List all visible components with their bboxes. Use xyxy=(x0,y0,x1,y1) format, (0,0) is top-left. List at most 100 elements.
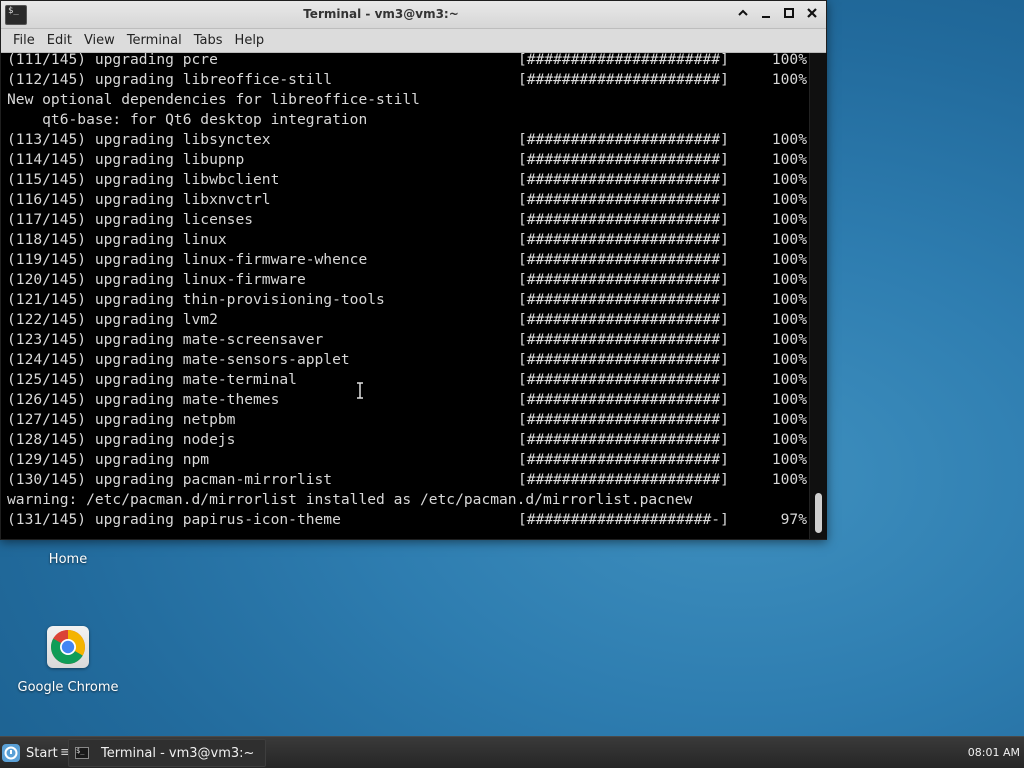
terminal-line: (118/145) upgrading linux [##############… xyxy=(7,230,807,250)
progress-percent: 100% xyxy=(771,271,807,288)
terminal-line: (124/145) upgrading mate-sensors-applet [… xyxy=(7,350,807,370)
progress-bar-text: [######################] xyxy=(518,391,729,408)
terminal-line: (130/145) upgrading pacman-mirrorlist [##… xyxy=(7,470,807,490)
terminal-line: (119/145) upgrading linux-firmware-whenc… xyxy=(7,250,807,270)
progress-percent: 100% xyxy=(771,291,807,308)
terminal-line: (121/145) upgrading thin-provisioning-to… xyxy=(7,290,807,310)
terminal-line-text: (117/145) upgrading licenses xyxy=(7,211,254,228)
terminal-line-text: qt6-base: for Qt6 desktop integration xyxy=(7,111,368,128)
terminal-line-text: (128/145) upgrading nodejs xyxy=(7,431,236,448)
menubar: File Edit View Terminal Tabs Help xyxy=(1,29,826,53)
taskbar: Start ≡ $_ Terminal - vm3@vm3:~ 08:01 AM xyxy=(0,736,1024,768)
terminal-line-text: (118/145) upgrading linux xyxy=(7,231,227,248)
terminal-line-text: (111/145) upgrading pcre xyxy=(7,53,218,68)
maximize-icon[interactable] xyxy=(780,6,798,24)
progress-bar-text: [######################] xyxy=(518,53,729,68)
start-label: Start xyxy=(26,745,58,761)
taskbar-item-terminal[interactable]: $_ Terminal - vm3@vm3:~ xyxy=(68,739,266,767)
menu-terminal[interactable]: Terminal xyxy=(121,29,188,53)
terminal-line: qt6-base: for Qt6 desktop integration xyxy=(7,110,807,130)
terminal-output[interactable]: (111/145) upgrading pcre [###############… xyxy=(1,53,809,539)
window-titlebar[interactable]: $_ Terminal - vm3@vm3:~ xyxy=(1,1,826,29)
terminal-line: (115/145) upgrading libwbclient [########… xyxy=(7,170,807,190)
minimize-icon[interactable] xyxy=(757,6,775,24)
window-title: Terminal - vm3@vm3:~ xyxy=(303,7,459,21)
progress-bar-text: [######################] xyxy=(518,311,729,328)
progress-bar-text: [######################] xyxy=(518,411,729,428)
chevron-up-icon[interactable] xyxy=(734,6,752,24)
terminal-line-text: (130/145) upgrading pacman-mirrorlist xyxy=(7,471,333,488)
clock: 08:01 AM xyxy=(967,746,1020,759)
menu-view[interactable]: View xyxy=(78,29,121,53)
terminal-line: (127/145) upgrading netpbm [#############… xyxy=(7,410,807,430)
terminal-task-icon: $_ xyxy=(75,747,89,759)
terminal-line-text: (129/145) upgrading npm xyxy=(7,451,210,468)
terminal-line: warning: /etc/pacman.d/mirrorlist instal… xyxy=(7,490,807,510)
progress-percent: 100% xyxy=(771,191,807,208)
progress-bar-text: [######################] xyxy=(518,151,729,168)
progress-percent: 100% xyxy=(771,411,807,428)
terminal-line: New optional dependencies for libreoffic… xyxy=(7,90,807,110)
progress-percent: 100% xyxy=(771,53,807,68)
terminal-line-text: (127/145) upgrading netpbm xyxy=(7,411,236,428)
terminal-line: (120/145) upgrading linux-firmware [#####… xyxy=(7,270,807,290)
progress-percent: 100% xyxy=(771,331,807,348)
menu-tabs[interactable]: Tabs xyxy=(188,29,229,53)
terminal-line-text: (120/145) upgrading linux-firmware xyxy=(7,271,306,288)
progress-percent: 100% xyxy=(771,231,807,248)
progress-bar-text: [######################] xyxy=(518,171,729,188)
progress-percent: 100% xyxy=(771,211,807,228)
terminal-line-text: (115/145) upgrading libwbclient xyxy=(7,171,280,188)
terminal-line-text: (131/145) upgrading papirus-icon-theme xyxy=(7,511,341,528)
taskbar-item-label: Terminal - vm3@vm3:~ xyxy=(101,745,255,761)
progress-percent: 100% xyxy=(771,451,807,468)
progress-percent: 97% xyxy=(780,511,807,528)
terminal-line-text: (119/145) upgrading linux-firmware-whenc… xyxy=(7,251,368,268)
terminal-line: (111/145) upgrading pcre [###############… xyxy=(7,53,807,70)
progress-bar-text: [######################] xyxy=(518,71,729,88)
progress-bar-text: [######################] xyxy=(518,331,729,348)
progress-percent: 100% xyxy=(771,171,807,188)
google-chrome-desktop-icon[interactable]: Google Chrome xyxy=(8,626,128,695)
terminal-scrollbar[interactable] xyxy=(809,53,827,539)
menu-file[interactable]: File xyxy=(7,29,41,53)
menu-edit[interactable]: Edit xyxy=(41,29,78,53)
progress-bar-text: [######################] xyxy=(518,131,729,148)
terminal-line-text: (112/145) upgrading libreoffice-still xyxy=(7,71,333,88)
progress-percent: 100% xyxy=(771,431,807,448)
progress-bar-text: [######################] xyxy=(518,271,729,288)
progress-percent: 100% xyxy=(771,311,807,328)
terminal-line: (117/145) upgrading licenses [###########… xyxy=(7,210,807,230)
start-logo-icon xyxy=(2,744,20,762)
start-button[interactable]: Start xyxy=(2,740,64,766)
terminal-line-text: (113/145) upgrading libsynctex xyxy=(7,131,271,148)
menu-help[interactable]: Help xyxy=(229,29,271,53)
progress-bar-text: [######################] xyxy=(518,451,729,468)
close-icon[interactable] xyxy=(803,6,821,24)
terminal-line: (112/145) upgrading libreoffice-still [##… xyxy=(7,70,807,90)
scrollbar-thumb[interactable] xyxy=(815,493,822,533)
terminal-line-text: (124/145) upgrading mate-sensors-applet xyxy=(7,351,350,368)
terminal-line: (113/145) upgrading libsynctex [#########… xyxy=(7,130,807,150)
progress-bar-text: [######################] xyxy=(518,211,729,228)
progress-bar-text: [######################] xyxy=(518,351,729,368)
terminal-line-text: (123/145) upgrading mate-screensaver xyxy=(7,331,324,348)
terminal-line-text: warning: /etc/pacman.d/mirrorlist instal… xyxy=(7,491,693,508)
progress-percent: 100% xyxy=(771,131,807,148)
progress-bar-text: [######################] xyxy=(518,471,729,488)
text-cursor-icon xyxy=(356,382,364,399)
progress-percent: 100% xyxy=(771,351,807,368)
home-icon-label: Home xyxy=(48,552,88,567)
terminal-line-text: (125/145) upgrading mate-terminal xyxy=(7,371,297,388)
terminal-line: (129/145) upgrading npm [################… xyxy=(7,450,807,470)
terminal-line-text: (122/145) upgrading lvm2 xyxy=(7,311,218,328)
progress-bar-text: [######################] xyxy=(518,231,729,248)
progress-bar-text: [######################] xyxy=(518,191,729,208)
progress-percent: 100% xyxy=(771,391,807,408)
terminal-window: $_ Terminal - vm3@vm3:~ File Edit View T… xyxy=(0,0,827,540)
progress-percent: 100% xyxy=(771,151,807,168)
progress-bar-text: [######################] xyxy=(518,371,729,388)
chrome-icon xyxy=(47,626,89,668)
progress-percent: 100% xyxy=(771,371,807,388)
progress-percent: 100% xyxy=(771,471,807,488)
